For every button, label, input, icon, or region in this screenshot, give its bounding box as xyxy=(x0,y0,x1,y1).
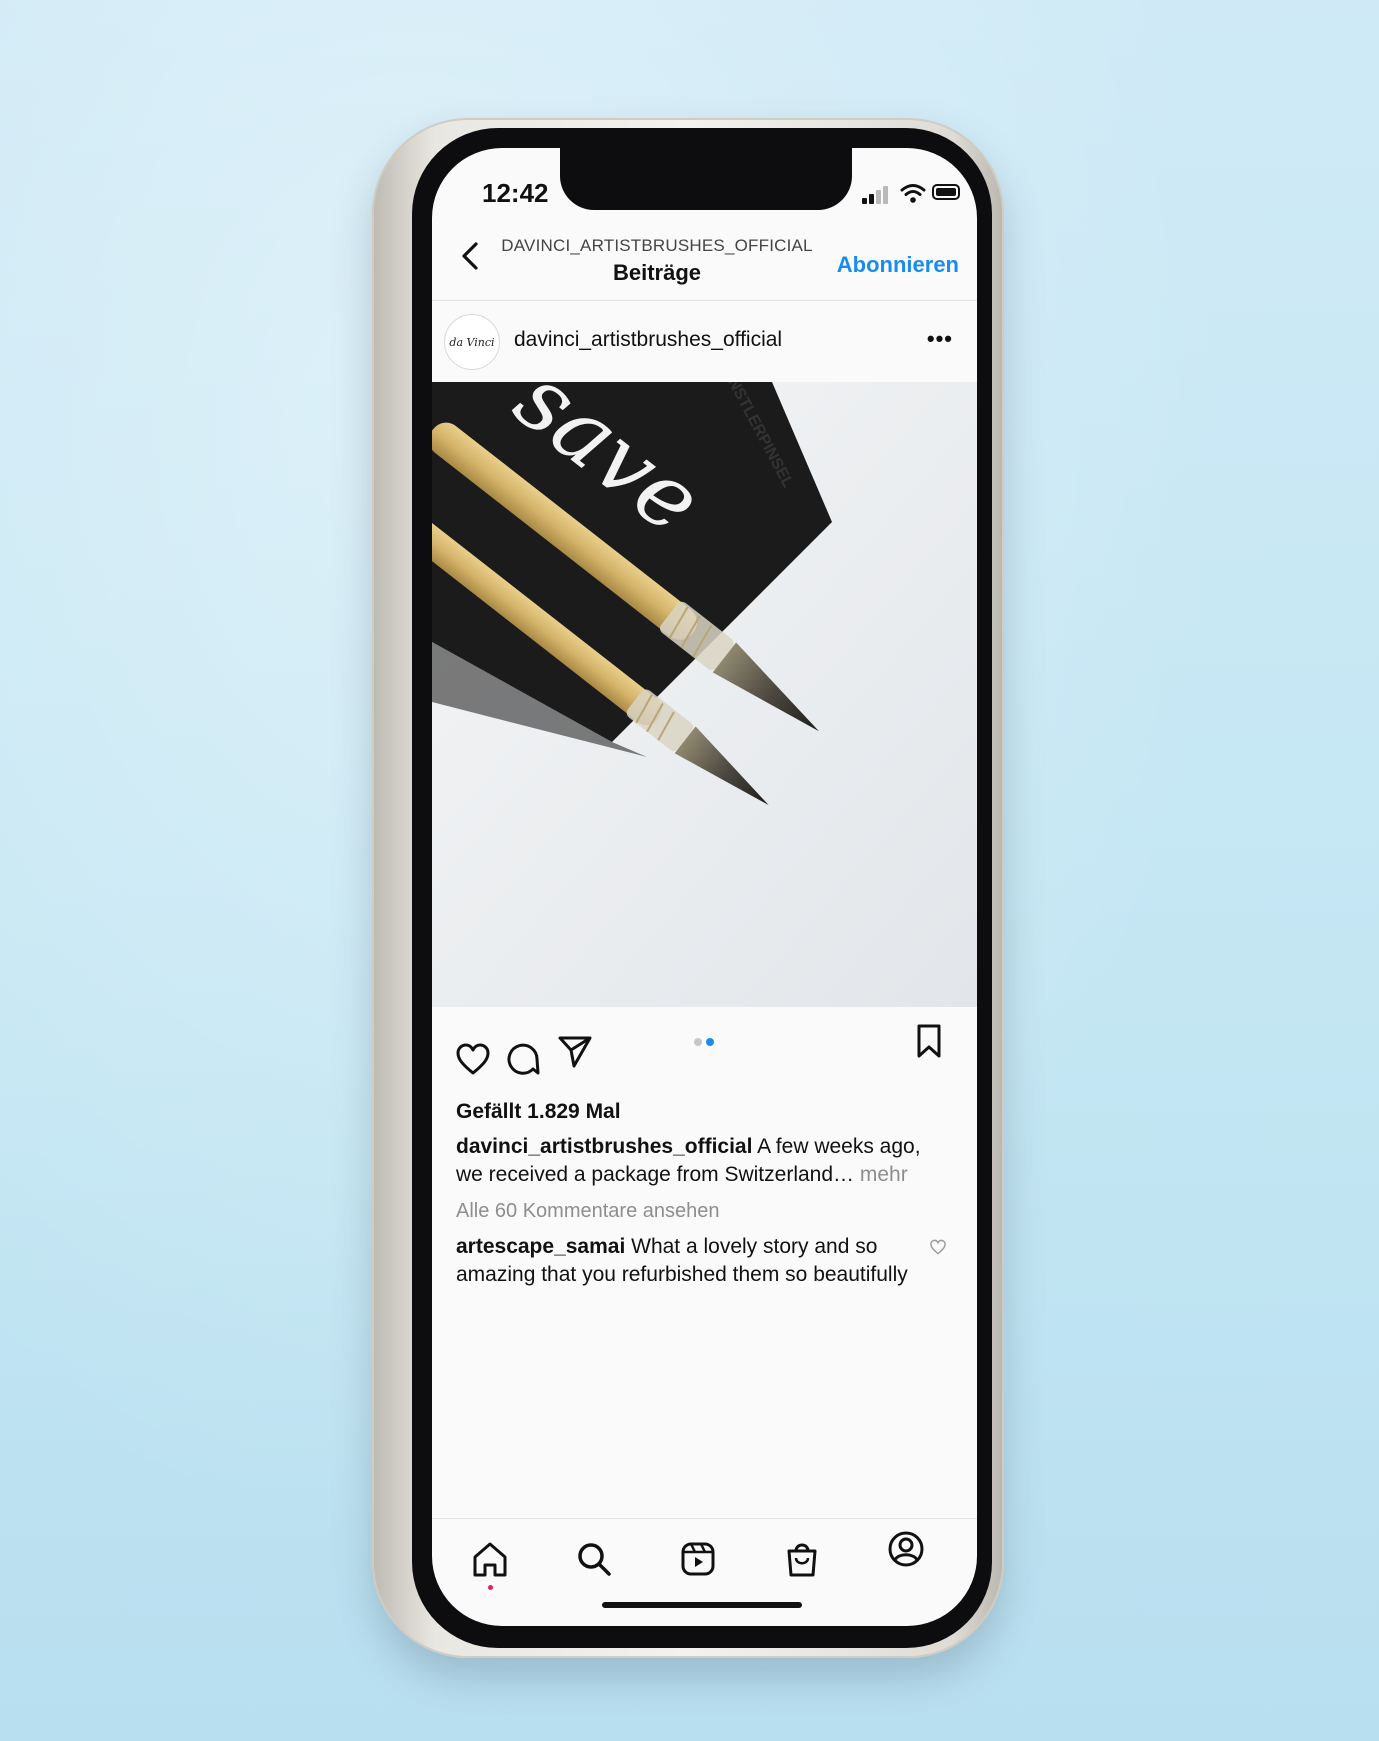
view-comments-link[interactable]: Alle 60 Kommentare ansehen xyxy=(456,1200,720,1223)
post-caption: davinci_artistbrushes_official A few wee… xyxy=(456,1133,936,1189)
post-header: da Vinci davinci_artistbrushes_official … xyxy=(432,300,977,382)
comment-like-icon[interactable] xyxy=(929,1238,947,1256)
comment-username[interactable]: artescape_samai xyxy=(456,1235,625,1258)
profile-icon[interactable] xyxy=(884,1527,928,1571)
brushes-photo: save KÜNSTLERPINSEL xyxy=(432,382,977,1007)
caption-username[interactable]: davinci_artistbrushes_official xyxy=(456,1135,752,1158)
page-title: Beiträge xyxy=(612,260,702,285)
comment: artescape_samai What a lovely story and … xyxy=(456,1233,926,1289)
header-username: DAVINCI_ARTISTBRUSHES_OFFICIAL xyxy=(501,236,813,255)
nav-header: DAVINCI_ARTISTBRUSHES_OFFICIAL Beiträge … xyxy=(432,218,977,301)
avatar[interactable]: da Vinci xyxy=(444,314,500,370)
carousel-dot-active xyxy=(706,1038,714,1046)
like-icon[interactable] xyxy=(454,1040,492,1078)
tab-bar xyxy=(432,1518,977,1597)
post-actions xyxy=(432,1024,977,1098)
carousel-dot xyxy=(694,1038,702,1046)
home-icon[interactable] xyxy=(468,1537,512,1581)
avatar-logo-text: da Vinci xyxy=(449,335,495,349)
notification-dot xyxy=(488,1585,493,1590)
shop-icon[interactable] xyxy=(780,1537,824,1581)
status-icons xyxy=(862,182,962,204)
battery-icon xyxy=(932,184,960,200)
signal-icon xyxy=(862,198,867,204)
wifi-icon xyxy=(900,184,926,203)
more-options-icon[interactable]: ••• xyxy=(927,326,953,352)
post-image[interactable]: save KÜNSTLERPINSEL xyxy=(432,382,977,1007)
bookmark-icon[interactable] xyxy=(910,1022,948,1060)
comment-icon[interactable] xyxy=(504,1040,542,1078)
back-icon[interactable] xyxy=(454,238,490,274)
search-icon[interactable] xyxy=(572,1537,616,1581)
more-link[interactable]: mehr xyxy=(854,1163,908,1186)
likes-count[interactable]: Gefällt 1.829 Mal xyxy=(456,1100,621,1124)
post-username[interactable]: davinci_artistbrushes_official xyxy=(514,328,782,352)
reels-icon[interactable] xyxy=(676,1537,720,1581)
phone-screen: 12:42 DAVINCI_ARTISTBRUSHES_OFFICIAL Bei… xyxy=(432,148,977,1626)
share-icon[interactable] xyxy=(556,1032,594,1070)
signal-bar xyxy=(883,186,888,204)
follow-button[interactable]: Abonnieren xyxy=(837,252,959,278)
signal-bar xyxy=(869,194,874,204)
status-time: 12:42 xyxy=(482,178,549,208)
home-indicator[interactable] xyxy=(602,1602,802,1608)
notch xyxy=(560,148,852,210)
signal-bar xyxy=(876,190,881,204)
carousel-indicator xyxy=(694,1038,724,1048)
